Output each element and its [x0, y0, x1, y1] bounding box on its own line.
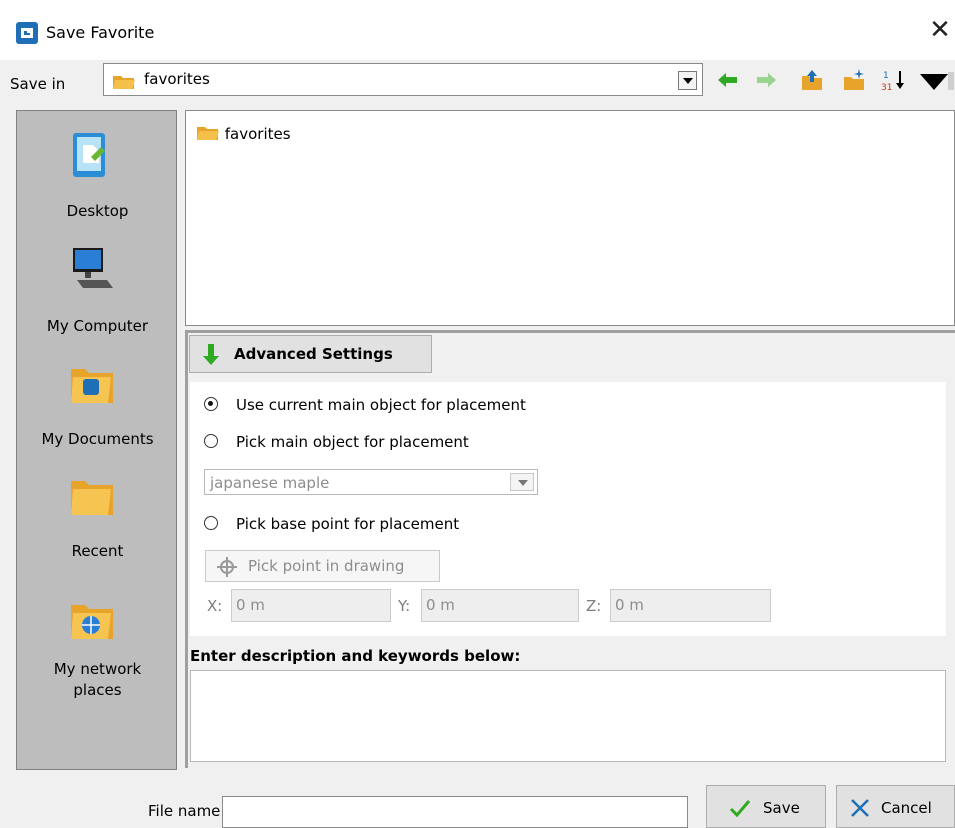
file-name-label: File name: — [148, 802, 226, 820]
desktop-icon — [67, 131, 117, 181]
app-icon — [16, 22, 38, 44]
description-textarea[interactable] — [190, 670, 946, 762]
place-label: My Computer — [46, 317, 149, 335]
chevron-down-icon[interactable] — [678, 71, 697, 90]
computer-icon — [67, 246, 117, 296]
x-value: 0 m — [236, 596, 265, 614]
save-in-label: Save in — [10, 75, 66, 93]
radio-use-current[interactable] — [204, 397, 218, 411]
radio-label: Pick main object for placement — [236, 433, 469, 451]
z-label: Z: — [586, 597, 602, 615]
radio-label: Use current main object for placement — [236, 396, 526, 414]
file-name: favorites — [224, 125, 291, 143]
save-in-dropdown[interactable]: favorites — [103, 63, 703, 96]
save-button[interactable]: Save — [706, 785, 826, 828]
documents-folder-icon — [67, 359, 117, 409]
pick-point-button[interactable]: Pick point in drawing — [205, 550, 440, 582]
x-input[interactable]: 0 m — [231, 589, 391, 622]
select-value: japanese maple — [210, 474, 330, 492]
file-name-input[interactable] — [222, 796, 688, 828]
place-label: My network places — [53, 660, 142, 699]
file-list[interactable]: favorites — [185, 110, 955, 326]
advanced-settings-toggle[interactable]: Advanced Settings — [189, 335, 432, 373]
radio-label: Pick base point for placement — [236, 515, 460, 533]
back-arrow-icon[interactable] — [716, 68, 740, 92]
close-icon — [849, 797, 871, 823]
x-label: X: — [207, 597, 223, 615]
sort-icon[interactable]: 1 31 — [881, 68, 905, 93]
network-places-icon — [67, 595, 117, 645]
radio-pick-base[interactable] — [204, 516, 218, 530]
y-label: Y: — [398, 597, 411, 615]
z-input[interactable]: 0 m — [610, 589, 771, 622]
crosshair-icon — [216, 556, 238, 582]
window-title: Save Favorite — [46, 23, 155, 42]
arrow-down-icon — [200, 342, 222, 370]
place-label: My Documents — [41, 430, 154, 448]
y-input[interactable]: 0 m — [421, 589, 579, 622]
new-folder-icon[interactable] — [842, 68, 866, 92]
recent-folder-icon — [67, 471, 117, 521]
cancel-label: Cancel — [881, 799, 932, 817]
view-menu-icon[interactable] — [918, 68, 954, 92]
svg-text:1: 1 — [883, 71, 889, 81]
save-label: Save — [763, 799, 800, 817]
description-label: Enter description and keywords below: — [190, 647, 521, 665]
main-object-select[interactable]: japanese maple — [204, 469, 538, 495]
y-value: 0 m — [426, 596, 455, 614]
cancel-button[interactable]: Cancel — [836, 785, 955, 828]
place-label: Desktop — [66, 202, 129, 220]
folder-icon — [112, 72, 136, 94]
folder-icon — [196, 123, 220, 145]
checkmark-icon — [729, 798, 751, 822]
places-sidebar: Desktop My Computer My Documents Recent … — [16, 110, 177, 770]
pick-point-label: Pick point in drawing — [248, 557, 405, 575]
list-item[interactable]: favorites — [196, 123, 291, 145]
save-in-value: favorites — [144, 70, 210, 88]
close-button[interactable]: ✕ — [926, 16, 954, 44]
radio-pick-main[interactable] — [204, 434, 218, 448]
up-folder-icon[interactable] — [800, 68, 824, 92]
svg-text:31: 31 — [881, 83, 892, 92]
advanced-settings-label: Advanced Settings — [234, 345, 393, 363]
place-label: Recent — [71, 542, 124, 560]
forward-arrow-icon[interactable] — [754, 68, 778, 92]
chevron-down-icon[interactable] — [510, 473, 534, 491]
z-value: 0 m — [615, 596, 644, 614]
